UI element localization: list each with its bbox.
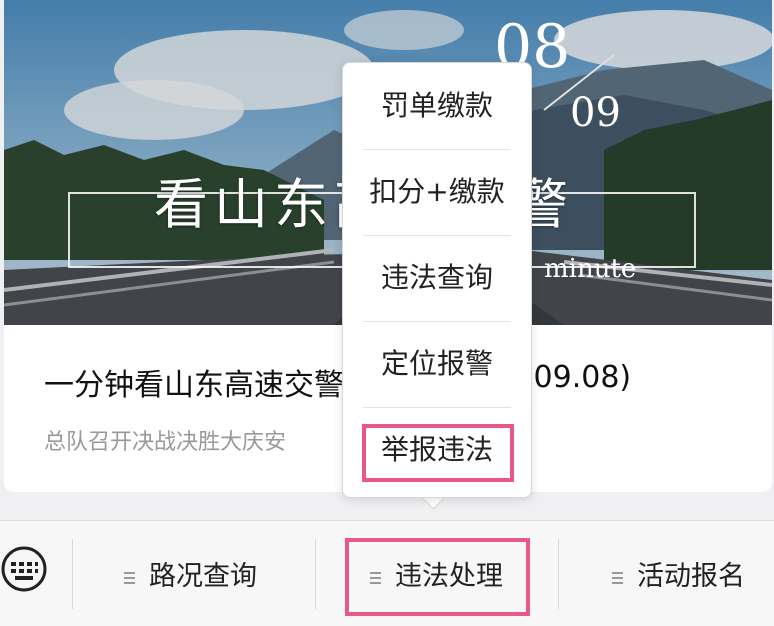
tab-divider (72, 539, 73, 609)
tab-divider (315, 539, 316, 609)
menu-lines-icon (612, 569, 623, 587)
article-title-end: .09.08) (524, 360, 632, 395)
tab-label: 活动报名 (637, 561, 745, 592)
tab-divider (558, 539, 559, 609)
tab-label: 路况查询 (149, 561, 257, 592)
highlight-violation-handling (345, 538, 530, 616)
menu-item-fine-payment[interactable]: 罚单缴款 (363, 63, 511, 150)
menu-lines-icon (124, 569, 135, 587)
hero-date-month: 09 (570, 90, 621, 136)
tab-event-signup[interactable]: 活动报名 (612, 549, 745, 605)
menu-item-points-payment[interactable]: 扣分+缴款 (363, 149, 511, 236)
article-title-text: 一分钟看山东高速交警 (44, 368, 344, 403)
article-title[interactable]: 一分钟看山东高速交警 .09.08) (44, 360, 631, 404)
menu-item-location-alarm[interactable]: 定位报警 (363, 321, 511, 408)
menu-item-violation-query[interactable]: 违法查询 (363, 235, 511, 322)
tab-road-query[interactable]: 路况查询 (124, 549, 257, 605)
highlight-report-violation (362, 424, 514, 482)
keyboard-icon[interactable] (0, 545, 48, 593)
hero-subtitle: minute (544, 254, 637, 284)
article-description: 总队召开决战决胜大庆安 (44, 430, 287, 455)
